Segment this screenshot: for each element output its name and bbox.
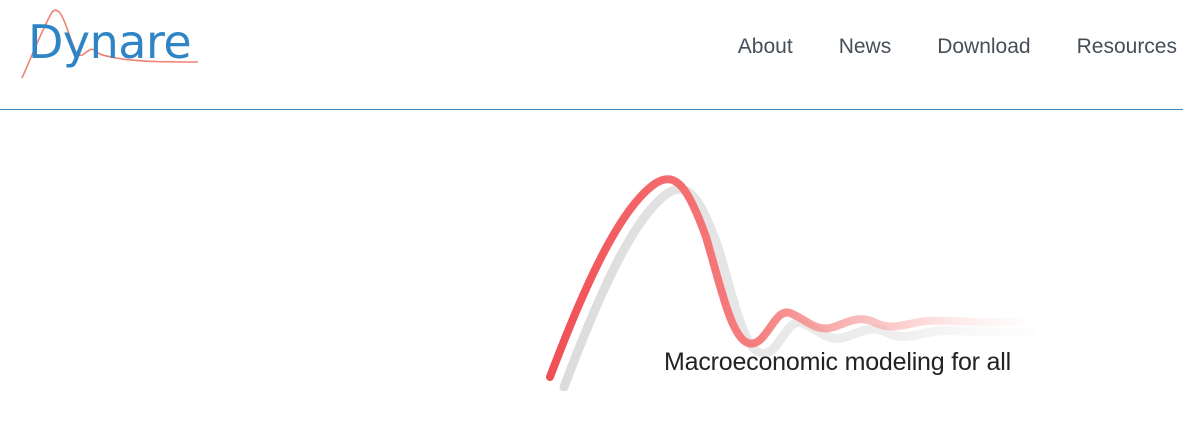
hero-section: Macroeconomic modeling for all (0, 111, 1183, 431)
logo-wordmark: Dynare (28, 15, 192, 69)
main-nav: About News Download Resources (692, 30, 1183, 64)
nav-about[interactable]: About (738, 30, 793, 64)
nav-news[interactable]: News (839, 30, 892, 64)
site-header: Dynare About News Download Resources (0, 0, 1183, 110)
dynare-logo[interactable]: Dynare (18, 6, 204, 84)
nav-resources[interactable]: Resources (1077, 30, 1177, 64)
hero-tagline: Macroeconomic modeling for all (664, 348, 1011, 376)
nav-download[interactable]: Download (937, 30, 1030, 64)
